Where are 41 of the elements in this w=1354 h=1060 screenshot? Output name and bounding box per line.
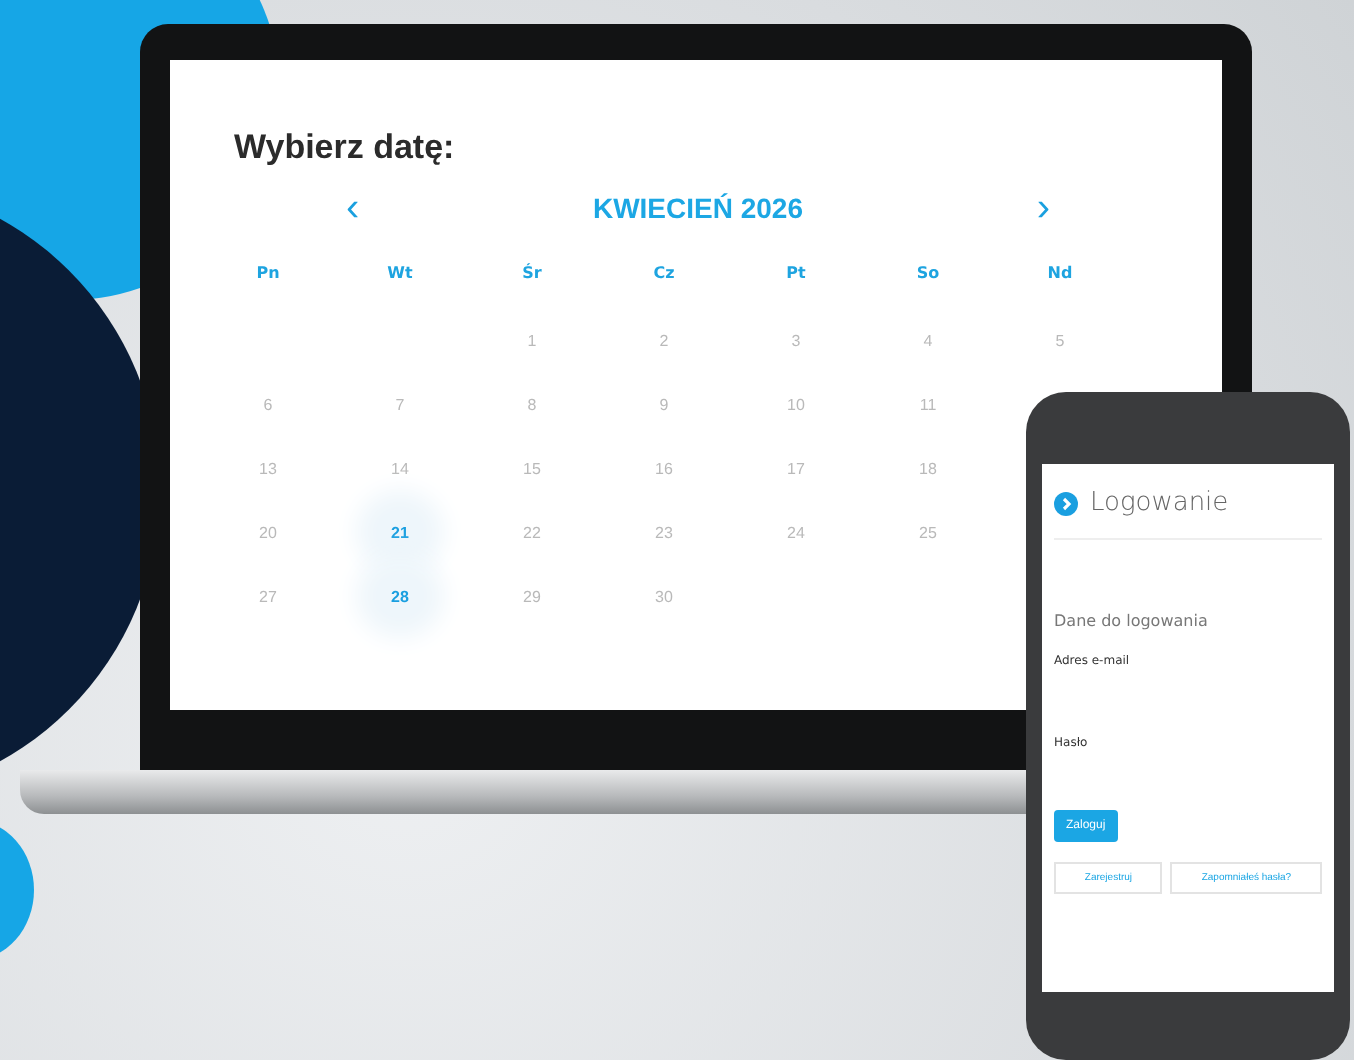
weekday-label: So [916, 264, 940, 282]
weekday-label: Cz [653, 264, 675, 282]
calendar-day[interactable]: 21 [376, 510, 424, 554]
calendar-day[interactable]: 18 [904, 446, 952, 490]
calendar-day[interactable]: 4 [904, 318, 952, 362]
weekday-label: Nd [1047, 264, 1073, 282]
calendar-day[interactable]: 9 [640, 382, 688, 426]
calendar-day[interactable]: 5 [1036, 318, 1084, 362]
calendar-day[interactable]: 7 [376, 382, 424, 426]
calendar-title: Wybierz datę: [234, 128, 457, 168]
section-heading: Dane do logowania [1054, 612, 1210, 630]
calendar-day[interactable]: 28 [376, 574, 424, 618]
calendar-day[interactable]: 20 [244, 510, 292, 554]
weekday-label: Wt [387, 264, 413, 282]
calendar-day[interactable]: 11 [904, 382, 952, 426]
calendar-day[interactable]: 14 [376, 446, 424, 490]
next-month-button[interactable]: › [1024, 188, 1062, 228]
calendar-day[interactable]: 15 [508, 446, 556, 490]
calendar-day[interactable]: 13 [244, 446, 292, 490]
calendar-day[interactable]: 1 [508, 318, 556, 362]
calendar-day[interactable]: 30 [640, 574, 688, 618]
calendar-day[interactable]: 23 [640, 510, 688, 554]
calendar-day[interactable]: 24 [772, 510, 820, 554]
weekday-label: Pn [256, 264, 280, 282]
calendar-day[interactable]: 22 [508, 510, 556, 554]
calendar-day[interactable]: 25 [904, 510, 952, 554]
calendar-day[interactable]: 16 [640, 446, 688, 490]
weekday-label: Pt [786, 264, 806, 282]
previous-month-button[interactable]: ‹ [334, 188, 372, 228]
weekday-label: Śr [522, 264, 542, 282]
calendar-day[interactable]: 3 [772, 318, 820, 362]
login-title: Logowanie [1090, 488, 1229, 518]
calendar-day[interactable]: 17 [772, 446, 820, 490]
calendar-day[interactable]: 8 [508, 382, 556, 426]
calendar-day[interactable]: 10 [772, 382, 820, 426]
calendar-day[interactable]: 27 [244, 574, 292, 618]
chevron-circle-icon [1054, 491, 1078, 515]
calendar-day[interactable]: 2 [640, 318, 688, 362]
calendar-day[interactable]: 29 [508, 574, 556, 618]
calendar-day[interactable]: 6 [244, 382, 292, 426]
month-label: KWIECIEŃ 2026 [592, 192, 804, 224]
